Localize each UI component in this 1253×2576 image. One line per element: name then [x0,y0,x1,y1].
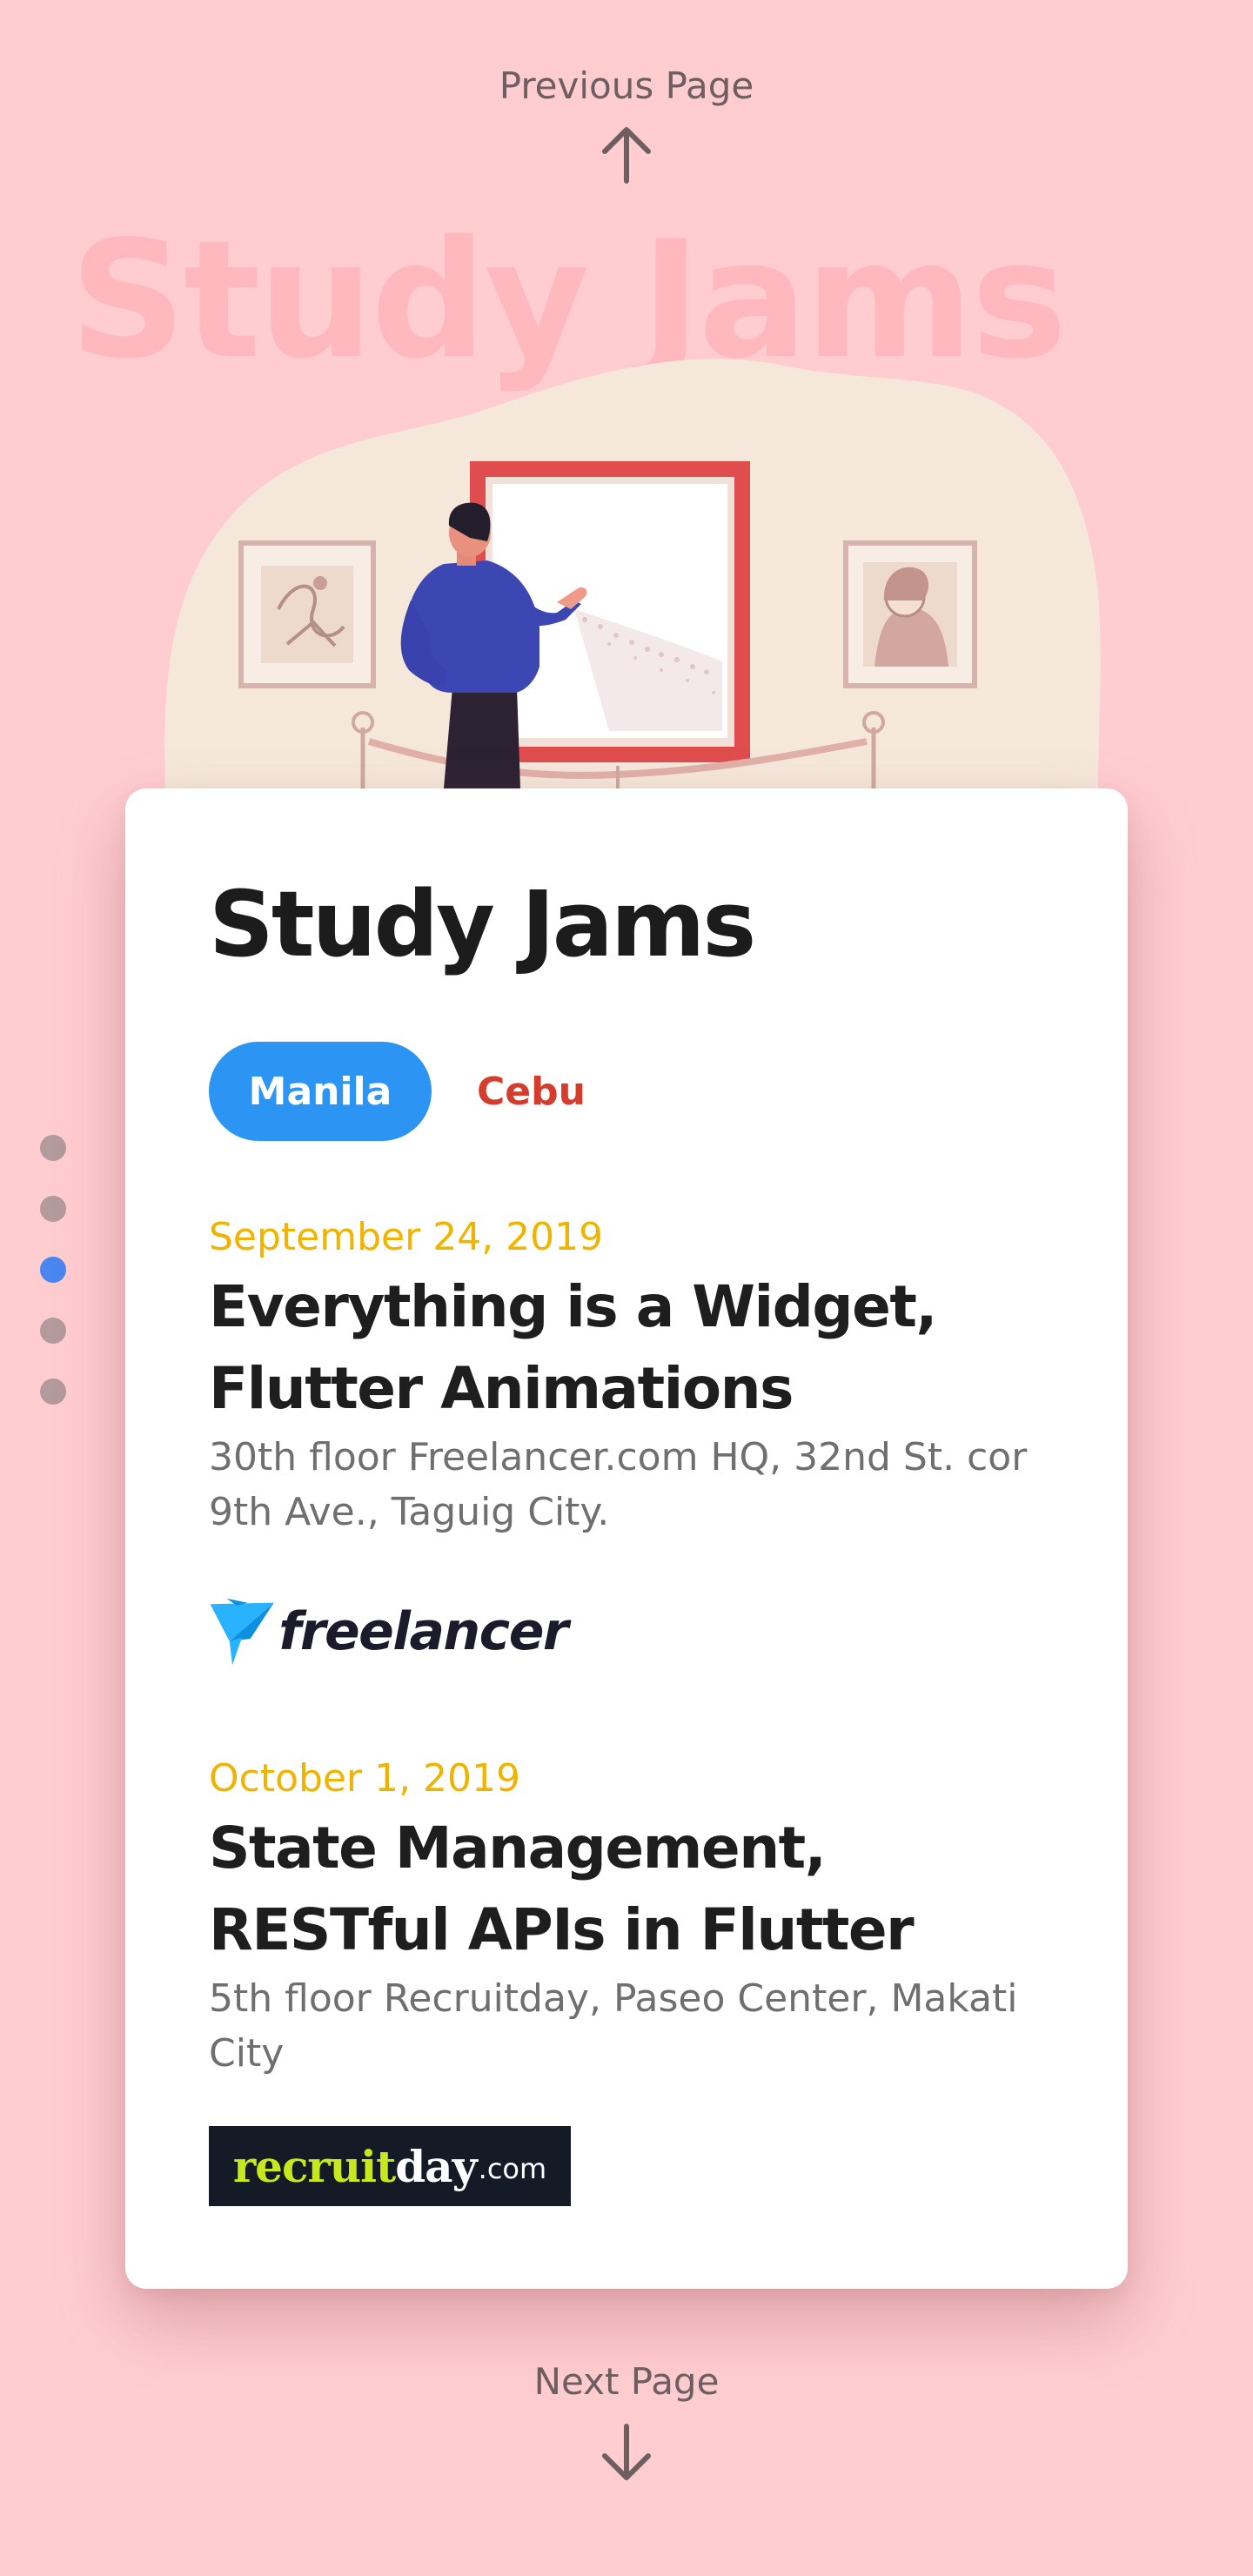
recruitday-logo: recruit day .com [209,2126,571,2206]
gallery-illustration [164,359,1101,788]
tab-manila[interactable]: Manila [209,1042,432,1141]
event-title: State Management, RESTful APIs in Flutte… [209,1814,915,1963]
freelancer-logo: freelancer [209,1588,568,1675]
next-page-button[interactable]: Next Page [0,2364,1253,2484]
page-dot[interactable] [40,1318,66,1344]
page-dot[interactable] [40,1135,66,1161]
event-date: October 1, 2019 [209,1756,521,1801]
card-title: Study Jams [209,871,756,977]
freelancer-wordmark: freelancer [278,1601,568,1662]
event-item[interactable]: September 24, 2019 Everything is a Widge… [209,1215,1044,1540]
event-item[interactable]: October 1, 2019 State Management, RESTfu… [209,1756,1044,2081]
page-indicator [40,1135,66,1439]
event-venue: 5th floor Recruitday, Paseo Center, Maka… [209,1976,1018,2076]
recruitday-wordmark-com: .com [478,2152,547,2185]
page-dot-active[interactable] [40,1257,66,1283]
page-dot[interactable] [40,1196,66,1222]
recruitday-wordmark-recruit: recruit [232,2140,396,2192]
next-page-label: Next Page [533,2360,720,2403]
event-title: Everything is a Widget, Flutter Animatio… [209,1272,938,1422]
arrow-down-icon [602,2424,651,2480]
event-date: September 24, 2019 [209,1215,604,1259]
event-card: Study Jams Manila Cebu September 24, 201… [125,788,1128,2289]
page-dot[interactable] [40,1379,66,1405]
recruitday-wordmark-day: day [395,2140,477,2192]
tab-cebu[interactable]: Cebu [477,1070,586,1114]
event-venue: 30th floor Freelancer.com HQ, 32nd St. c… [209,1434,1028,1534]
freelancer-bird-icon [210,1598,274,1666]
city-tabs: Manila Cebu [209,1042,586,1141]
